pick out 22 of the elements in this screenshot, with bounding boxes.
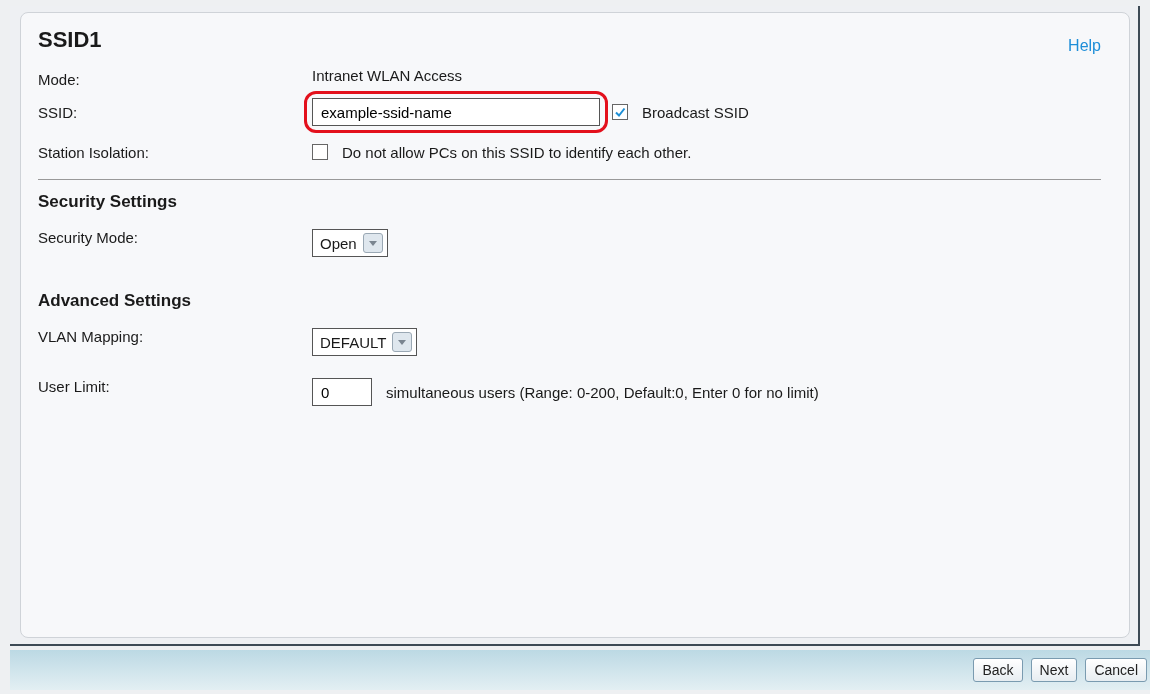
checkbox-label: Do not allow PCs on this SSID to identify each other. <box>342 143 692 161</box>
section-heading: Advanced Settings <box>38 292 193 312</box>
wizard-button[interactable]: Cancel <box>1085 658 1147 682</box>
field-label: Security Mode: <box>38 229 140 246</box>
mode-value: Intranet WLAN Access <box>312 66 463 84</box>
field-label: Station Isolation: <box>38 143 150 161</box>
checkbox[interactable] <box>612 104 628 120</box>
checkbox[interactable] <box>312 144 328 160</box>
field-label: SSID: <box>38 103 79 121</box>
field-label: User Limit: <box>38 378 111 395</box>
hint-text: simultaneous users (Range: 0-200, Default:0, Enter 0 for no limit) <box>386 383 819 401</box>
section-heading: Security Settings <box>38 193 178 213</box>
dropdown[interactable]: DEFAULT <box>312 328 418 356</box>
field-label: Mode: <box>38 69 81 88</box>
field-label: VLAN Mapping: <box>38 328 145 345</box>
wizard-button[interactable]: Next <box>1030 658 1078 682</box>
page-title: SSID1 <box>38 27 102 53</box>
ssid-input[interactable]: example-ssid-name <box>312 98 600 126</box>
checkbox-label: Broadcast SSID <box>642 103 749 121</box>
wizard-button[interactable]: Back <box>973 658 1023 682</box>
user-limit-input[interactable]: 0 <box>312 378 372 406</box>
dropdown[interactable]: Open <box>312 229 388 257</box>
